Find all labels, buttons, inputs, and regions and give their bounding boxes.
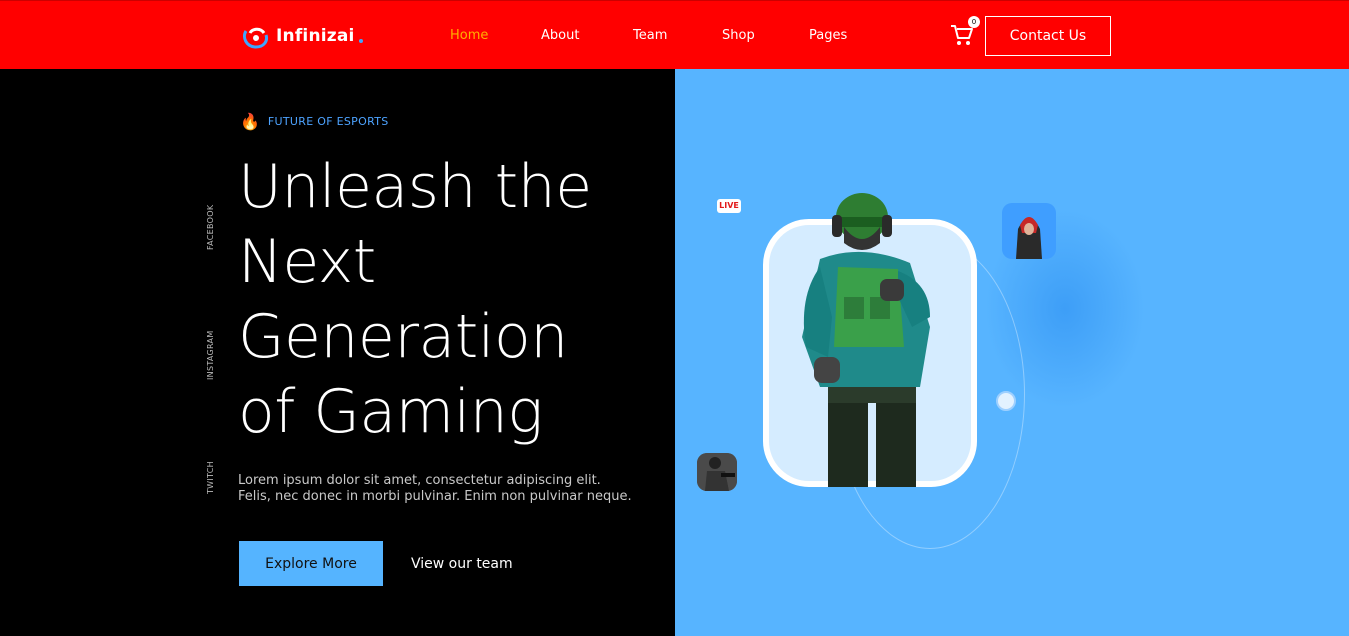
hero-title-line: of Gaming: [238, 377, 543, 447]
explore-more-button[interactable]: Explore More: [239, 541, 383, 586]
nav-pages[interactable]: Pages: [809, 28, 847, 43]
contact-us-button[interactable]: Contact Us: [985, 16, 1111, 56]
view-team-link[interactable]: View our team: [411, 556, 513, 572]
hero-title-line: Next: [238, 227, 376, 297]
hooded-player-icon: [1016, 217, 1042, 259]
nav-about[interactable]: About: [541, 28, 579, 43]
hero-description-line: Felis, nec donec in morbi pulvinar. Enim…: [238, 489, 632, 504]
orbit-node-icon[interactable]: [996, 391, 1016, 411]
hero-description-line: Lorem ipsum dolor sit amet, consectetur …: [238, 473, 601, 488]
fire-icon: 🔥: [240, 112, 260, 131]
nav-home[interactable]: Home: [450, 28, 488, 43]
brand-logo[interactable]: Infinizai: [240, 21, 363, 51]
tagline-text: FUTURE OF ESPORTS: [267, 115, 389, 128]
hero-title-line: Generation: [238, 302, 568, 372]
social-twitch-link[interactable]: TWITCH: [206, 461, 215, 494]
brand-name: Infinizai: [276, 26, 355, 46]
hero-tagline: 🔥 FUTURE OF ESPORTS: [240, 112, 389, 131]
hero-title: Unleash the Next Generation of Gaming: [238, 150, 668, 450]
soldier-character-image: [802, 193, 930, 487]
hero-title-line: Unleash the: [238, 152, 592, 222]
cart-count-badge: 0: [968, 16, 980, 28]
social-instagram-link[interactable]: INSTAGRAM: [206, 330, 215, 380]
live-badge: LIVE: [717, 199, 741, 213]
soldier-player-icon: [697, 453, 737, 491]
hero-visual-panel: LIVE: [675, 69, 1349, 636]
player-thumbnail-hooded[interactable]: [1002, 203, 1056, 259]
social-facebook-link[interactable]: FACEBOOK: [206, 205, 215, 250]
site-header: Infinizai Home About Team Shop Pages 0 C…: [0, 0, 1349, 69]
player-thumbnail-soldier[interactable]: [697, 453, 737, 491]
logo-icon: [242, 27, 268, 49]
brand-dot: [358, 39, 363, 43]
nav-shop[interactable]: Shop: [722, 28, 755, 43]
nav-team[interactable]: Team: [633, 28, 667, 43]
hero-description: Lorem ipsum dolor sit amet, consectetur …: [238, 473, 678, 505]
